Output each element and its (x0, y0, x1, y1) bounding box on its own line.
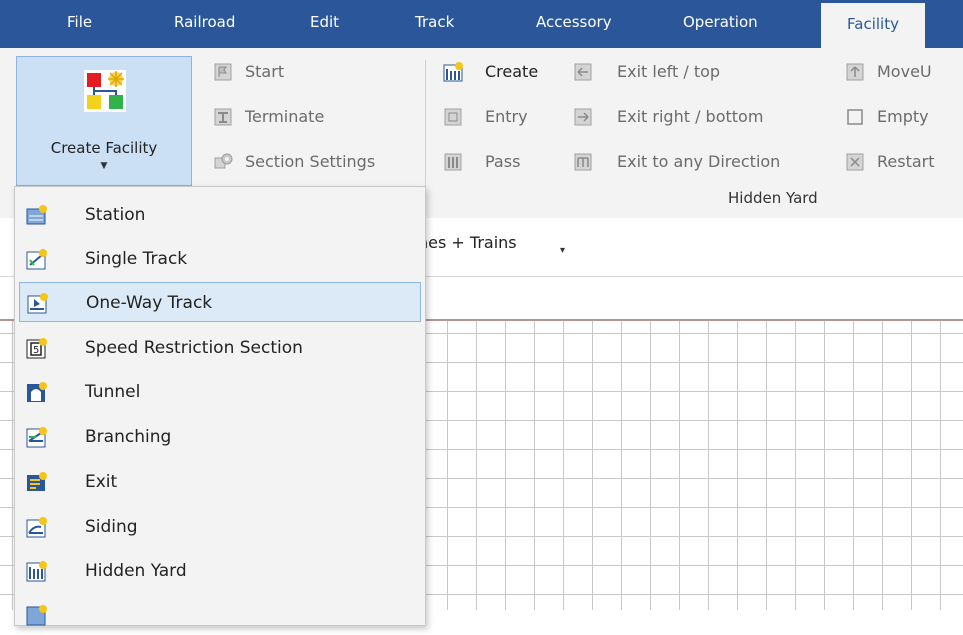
hidden-yard-create-icon (443, 62, 463, 82)
tab-track[interactable]: Track (415, 0, 454, 48)
hidden-yard-group-label: Hidden Yard (728, 189, 818, 207)
menu-item-station[interactable]: Station (19, 195, 421, 235)
menu-item-one-way-track[interactable]: One-Way Track (19, 282, 421, 322)
pass-button[interactable]: Pass (443, 151, 553, 173)
chevron-down-icon: ▼ (100, 161, 108, 171)
empty-button[interactable]: Empty (845, 106, 963, 128)
hidden-yard-create-button[interactable]: Create (443, 61, 563, 83)
create-facility-label: Create Facility (50, 139, 158, 157)
move-up-button[interactable]: MoveU (845, 61, 963, 83)
speed-restriction-icon: 5 (26, 338, 47, 359)
start-icon (214, 63, 232, 81)
exit-right-bottom-button[interactable]: Exit right / bottom (573, 106, 813, 128)
create-facility-icon (84, 70, 126, 112)
create-facility-button[interactable]: Create Facility ▼ (16, 56, 192, 186)
exit-left-top-icon (574, 63, 592, 81)
section-settings-icon (214, 153, 233, 169)
menu-item-branching[interactable]: Branching (19, 417, 421, 457)
station-icon (26, 205, 47, 225)
terminate-icon (214, 108, 232, 126)
restart-button[interactable]: Restart (845, 151, 963, 173)
tab-edit[interactable]: Edit (310, 0, 339, 48)
tab-accessory[interactable]: Accessory (536, 0, 612, 48)
entry-button[interactable]: Entry (443, 106, 553, 128)
empty-icon (847, 109, 863, 125)
restart-icon (846, 153, 864, 171)
exit-icon (27, 472, 47, 491)
single-track-icon (26, 249, 47, 270)
pass-icon (444, 153, 462, 171)
menu-item-speed-restriction-section[interactable]: 5 Speed Restriction Section (19, 328, 421, 368)
tab-file[interactable]: File (67, 0, 92, 48)
menu-tab-bar: File Railroad Edit Track Accessory Opera… (0, 0, 963, 48)
move-up-icon (846, 63, 864, 81)
ribbon-separator (425, 60, 426, 205)
menu-item-single-track[interactable]: Single Track (19, 239, 421, 279)
tab-railroad[interactable]: Railroad (174, 0, 235, 48)
one-way-track-icon (27, 293, 48, 314)
facility-icon (26, 605, 47, 626)
view-selector-label[interactable]: nes + Trains (418, 233, 517, 252)
exit-right-bottom-icon (574, 108, 592, 126)
start-button[interactable]: Start (213, 61, 353, 83)
menu-item-partial (19, 595, 421, 635)
exit-left-top-button[interactable]: Exit left / top (573, 61, 803, 83)
svg-text:5: 5 (33, 345, 39, 356)
exit-any-direction-icon (574, 153, 592, 171)
tunnel-icon (27, 382, 47, 402)
menu-item-hidden-yard[interactable]: Hidden Yard (19, 551, 421, 591)
branching-icon (26, 427, 47, 448)
tab-facility[interactable]: Facility (821, 0, 925, 48)
section-settings-button[interactable]: Section Settings (213, 151, 413, 173)
siding-icon (26, 517, 47, 538)
terminate-button[interactable]: Terminate (213, 106, 373, 128)
menu-item-tunnel[interactable]: Tunnel (19, 372, 421, 412)
menu-item-siding[interactable]: Siding (19, 507, 421, 547)
tab-operation[interactable]: Operation (683, 0, 758, 48)
create-facility-dropdown: Station Single Track One-Way Track 5 Spe… (14, 186, 426, 626)
entry-icon (444, 108, 462, 126)
hidden-yard-icon (26, 561, 47, 582)
chevron-down-icon[interactable]: ▾ (560, 245, 565, 256)
exit-any-direction-button[interactable]: Exit to any Direction (573, 151, 823, 173)
menu-item-exit[interactable]: Exit (19, 462, 421, 502)
